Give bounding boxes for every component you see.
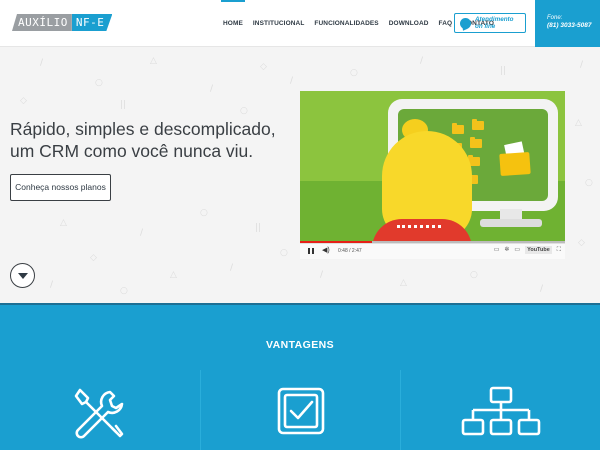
hierarchy-icon	[461, 386, 540, 436]
nav-item-home[interactable]: HOME	[218, 0, 248, 47]
nav-item-funcionalidades[interactable]: FUNCIONALIDADES	[309, 0, 383, 47]
phone-box: Fone: (81) 3033-5087	[535, 0, 600, 47]
online-support-label: Atendimento on line	[475, 16, 513, 30]
pearl-necklace	[397, 223, 441, 228]
folder-icon	[452, 123, 464, 134]
folder-icon	[472, 119, 484, 130]
advantages-section: VANTAGENS	[0, 303, 600, 450]
hero-title: Rápido, simples e descomplicado, um CRM …	[10, 118, 300, 162]
hero-title-line1: Rápido, simples e descomplicado,	[10, 119, 276, 139]
monitor-base	[480, 219, 542, 227]
site-header: AUXÍLIO NF-E HOME INSTITUCIONAL FUNCIONA…	[0, 0, 600, 47]
theater-icon[interactable]: ▭	[514, 246, 520, 254]
video-controls-right: ▭ ✲ ▭ YouTube ⛶	[494, 246, 561, 254]
folder-icon	[470, 137, 482, 148]
advantage-item	[0, 370, 200, 450]
tools-icon	[74, 388, 124, 439]
fullscreen-icon[interactable]: ⛶	[557, 246, 561, 254]
volume-icon[interactable]: ◀)	[322, 247, 330, 255]
phone-number[interactable]: (81) 3033-5087	[547, 22, 600, 30]
online-support-line1: Atendimento	[475, 16, 514, 23]
logo-text-primary: AUXÍLIO	[12, 14, 72, 31]
video-time: 0:48 / 2:47	[338, 248, 362, 254]
video-player[interactable]: ◀) 0:48 / 2:47 ▭ ✲ ▭ YouTube ⛶	[300, 91, 565, 259]
captions-icon[interactable]: ▭	[494, 246, 500, 254]
chevron-down-icon[interactable]	[10, 263, 35, 288]
hero-section: / ○ △ / ◇ ◇ || ○ / / △ ○ ◇ △ / ○ || ◇ △ / ○ / ○ / △ ○ / ○ /…	[0, 48, 600, 303]
site-logo[interactable]: AUXÍLIO NF-E	[12, 14, 112, 31]
settings-icon[interactable]: ✲	[504, 246, 509, 254]
online-support-button[interactable]: Atendimento on line	[454, 13, 526, 33]
open-folder-icon	[499, 151, 531, 177]
youtube-logo[interactable]: YouTube	[525, 246, 552, 254]
advantages-title: VANTAGENS	[266, 339, 334, 351]
nav-item-download[interactable]: DOWNLOAD	[384, 0, 434, 47]
plans-button[interactable]: Conheça nossos planos	[10, 174, 111, 201]
logo-text-secondary: NF-E	[72, 14, 113, 31]
advantage-item	[200, 370, 400, 450]
online-support-line2: on line	[475, 23, 496, 30]
phone-label: Fone:	[547, 15, 563, 21]
hero-title-line2: um CRM como você nunca viu.	[10, 141, 254, 161]
checkbox-icon	[277, 387, 324, 435]
pause-icon[interactable]	[308, 248, 314, 254]
chat-bubble-icon	[460, 17, 471, 29]
advantage-item	[400, 370, 600, 450]
nav-item-institucional[interactable]: INSTITUCIONAL	[248, 0, 310, 47]
